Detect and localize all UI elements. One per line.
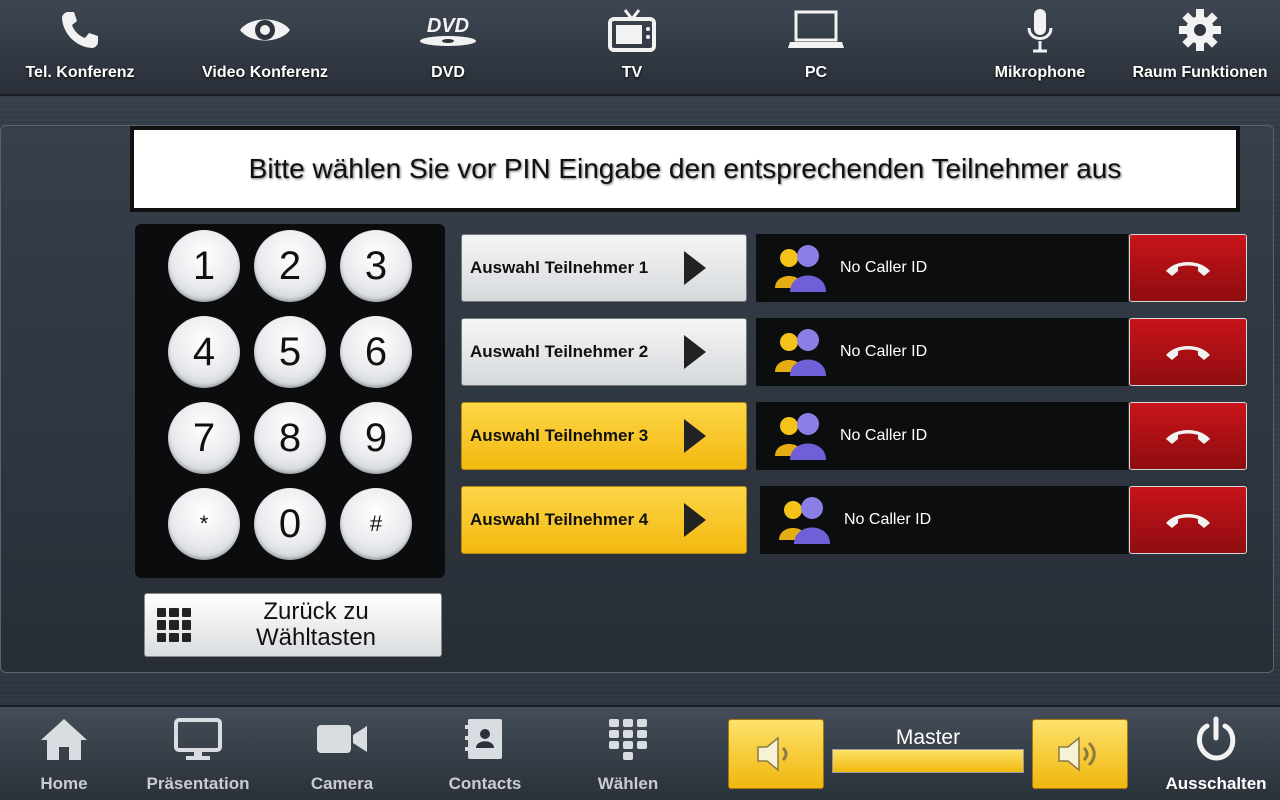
hangup-icon	[1166, 262, 1210, 276]
dialpad-icon	[608, 706, 648, 772]
master-volume-slider[interactable]	[832, 749, 1024, 773]
hangup-3-button[interactable]	[1129, 402, 1247, 470]
hangup-icon	[1166, 514, 1210, 528]
caller-id-text: No Caller ID	[844, 511, 932, 528]
key-2[interactable]: 2	[254, 230, 326, 302]
nav-waehlen[interactable]: Wählen	[588, 706, 668, 800]
nav-tv[interactable]: TV	[582, 0, 682, 96]
nav-praesentation[interactable]: Präsentation	[142, 706, 254, 800]
key-7[interactable]: 7	[168, 402, 240, 474]
play-arrow-icon	[684, 251, 706, 285]
users-icon	[775, 413, 826, 460]
key-6[interactable]: 6	[340, 316, 412, 388]
users-icon	[775, 329, 826, 376]
dialpad-grid-icon	[157, 608, 191, 642]
caller-id-display-4: No Caller ID	[760, 486, 1128, 554]
laptop-icon	[786, 0, 846, 60]
nav-label: Video Konferenz	[202, 64, 328, 81]
volume-up-button[interactable]	[1032, 719, 1128, 789]
dial-keypad: 1 2 3 4 5 6 7 8 9 * 0 #	[135, 224, 445, 578]
nav-mikrophone[interactable]: Mikrophone	[980, 0, 1100, 96]
nav-label: Home	[40, 774, 88, 793]
nav-label: Wählen	[597, 774, 659, 793]
nav-camera[interactable]: Camera	[300, 706, 384, 800]
caller-id-display-2: No Caller ID	[756, 318, 1128, 386]
select-participant-4-button[interactable]: Auswahl Teilnehmer 4	[461, 486, 747, 554]
users-icon	[775, 245, 826, 292]
nav-label: Präsentation	[146, 774, 250, 793]
nav-tel-konferenz[interactable]: Tel. Konferenz	[18, 0, 142, 96]
play-arrow-icon	[684, 503, 706, 537]
nav-contacts[interactable]: Contacts	[440, 706, 530, 800]
key-0[interactable]: 0	[254, 488, 326, 560]
hangup-2-button[interactable]	[1129, 318, 1247, 386]
back-button-label: Zurück zu Wähltasten	[191, 599, 441, 651]
instruction-banner: Bitte wählen Sie vor PIN Eingabe den ent…	[130, 126, 1240, 212]
hangup-1-button[interactable]	[1129, 234, 1247, 302]
play-arrow-icon	[684, 419, 706, 453]
select-participant-2-button[interactable]: Auswahl Teilnehmer 2	[461, 318, 747, 386]
nav-label: Raum Funktionen	[1132, 64, 1268, 81]
key-3[interactable]: 3	[340, 230, 412, 302]
participant-label: Auswahl Teilnehmer 3	[470, 426, 649, 445]
speaker-high-icon	[1058, 736, 1096, 772]
caller-id-text: No Caller ID	[840, 343, 928, 360]
nav-dvd[interactable]: DVD DVD	[398, 0, 498, 96]
nav-home[interactable]: Home	[24, 706, 104, 800]
caller-id-display-3: No Caller ID	[756, 402, 1128, 470]
key-4[interactable]: 4	[168, 316, 240, 388]
participant-label: Auswahl Teilnehmer 2	[470, 342, 649, 361]
home-icon	[39, 706, 89, 772]
tv-icon	[607, 0, 657, 60]
camera-icon	[315, 706, 369, 772]
nav-label: PC	[804, 64, 828, 81]
participant-label: Auswahl Teilnehmer 4	[470, 510, 649, 529]
key-8[interactable]: 8	[254, 402, 326, 474]
nav-label: Tel. Konferenz	[25, 64, 135, 81]
back-button-line2: Wähltasten	[255, 624, 377, 651]
key-9[interactable]: 9	[340, 402, 412, 474]
dvd-icon: DVD	[417, 0, 479, 60]
nav-pc[interactable]: PC	[766, 0, 866, 96]
master-volume-label: Master	[895, 726, 961, 749]
nav-video-konferenz[interactable]: Video Konferenz	[196, 0, 334, 96]
caller-id-text: No Caller ID	[840, 259, 928, 276]
key-1[interactable]: 1	[168, 230, 240, 302]
key-5[interactable]: 5	[254, 316, 326, 388]
back-button-line1: Zurück zu	[263, 598, 369, 625]
hangup-4-button[interactable]	[1129, 486, 1247, 554]
nav-raum-funktionen[interactable]: Raum Funktionen	[1130, 0, 1270, 96]
speaker-low-icon	[757, 736, 788, 772]
volume-down-button[interactable]	[728, 719, 824, 789]
hangup-icon	[1166, 430, 1210, 444]
gear-icon	[1177, 0, 1223, 60]
nav-label: Mikrophone	[994, 64, 1086, 81]
nav-label: DVD	[431, 64, 465, 81]
caller-id-text: No Caller ID	[840, 427, 928, 444]
contacts-icon	[464, 706, 506, 772]
select-participant-1-button[interactable]: Auswahl Teilnehmer 1	[461, 234, 747, 302]
key-star[interactable]: *	[168, 488, 240, 560]
power-icon	[1194, 706, 1238, 772]
svg-text:DVD: DVD	[427, 15, 469, 37]
users-icon	[779, 497, 830, 544]
eye-icon	[238, 0, 292, 60]
caller-id-display-1: No Caller ID	[756, 234, 1128, 302]
monitor-icon	[173, 706, 223, 772]
participant-label: Auswahl Teilnehmer 1	[470, 258, 649, 277]
nav-label: Contacts	[448, 774, 522, 793]
nav-label: Camera	[310, 774, 374, 793]
phone-icon	[58, 0, 102, 60]
microphone-icon	[1025, 0, 1055, 60]
power-off-button[interactable]: Ausschalten	[1160, 706, 1272, 800]
power-label: Ausschalten	[1165, 774, 1267, 793]
master-volume-fill	[833, 750, 1023, 772]
hangup-icon	[1166, 346, 1210, 360]
play-arrow-icon	[684, 335, 706, 369]
back-to-dialpad-button[interactable]: Zurück zu Wähltasten	[144, 593, 442, 657]
nav-label: TV	[621, 64, 643, 81]
select-participant-3-button[interactable]: Auswahl Teilnehmer 3	[461, 402, 747, 470]
key-hash[interactable]: #	[340, 488, 412, 560]
